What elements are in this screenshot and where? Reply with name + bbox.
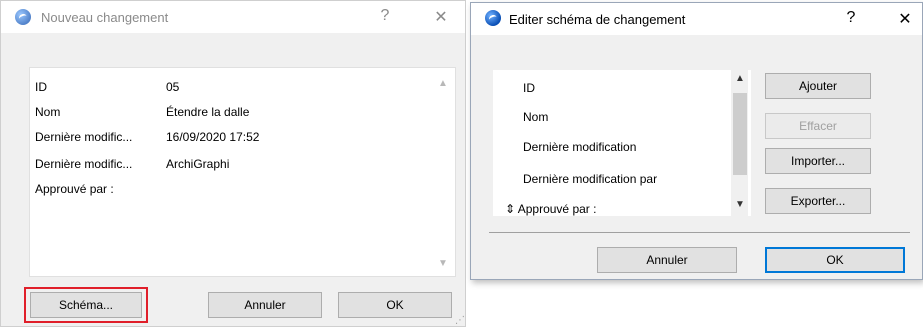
cancel-button[interactable]: Annuler: [597, 247, 737, 273]
cancel-button[interactable]: Annuler: [208, 292, 322, 318]
info-key: Nom: [35, 105, 61, 119]
info-key: ID: [35, 80, 47, 94]
scroll-down-icon[interactable]: ▼: [438, 258, 448, 269]
close-button[interactable]: ✕: [895, 9, 915, 29]
list-item[interactable]: Dernière modification par: [523, 172, 657, 186]
delete-button[interactable]: Effacer: [765, 113, 871, 139]
import-button[interactable]: Importer...: [765, 148, 871, 174]
scroll-down-icon[interactable]: ▼: [732, 199, 748, 210]
resize-grip-icon[interactable]: ⋰: [455, 315, 465, 326]
dialog-title: Nouveau changement: [41, 10, 169, 25]
scroll-up-icon[interactable]: ▲: [438, 78, 448, 89]
list-item[interactable]: ID: [523, 81, 535, 95]
edit-schema-dialog: Editer schéma de changement ? ✕ ID Nom D…: [470, 2, 923, 280]
list-item[interactable]: Dernière modification: [523, 140, 636, 154]
list-item[interactable]: ⇕ Approuvé par :: [505, 202, 596, 216]
help-button[interactable]: ?: [375, 7, 395, 25]
close-button[interactable]: ✕: [431, 7, 451, 27]
app-logo-icon: [485, 10, 501, 26]
schema-field-list[interactable]: ID Nom Dernière modification Dernière mo…: [493, 70, 751, 216]
info-value: Étendre la dalle: [166, 105, 250, 119]
title-bar: Nouveau changement ? ✕: [1, 1, 465, 33]
info-value: ArchiGraphi: [166, 157, 230, 171]
info-value: 05: [166, 80, 180, 94]
new-change-dialog: Nouveau changement ? ✕ ID 05 Nom Étendre…: [0, 0, 466, 327]
divider: [489, 232, 910, 233]
add-button[interactable]: Ajouter: [765, 73, 871, 99]
schema-button[interactable]: Schéma...: [30, 292, 142, 318]
ok-button[interactable]: OK: [765, 247, 905, 273]
title-bar: Editer schéma de changement ? ✕: [471, 3, 922, 35]
scroll-up-icon[interactable]: ▲: [732, 73, 748, 84]
ok-button[interactable]: OK: [338, 292, 452, 318]
drag-handle-icon[interactable]: ⇕: [505, 202, 515, 216]
app-logo-icon: [15, 9, 31, 25]
info-key: Approuvé par :: [35, 182, 114, 196]
help-button[interactable]: ?: [841, 9, 861, 27]
scrollbar-thumb[interactable]: [733, 93, 747, 175]
info-key: Dernière modific...: [35, 130, 133, 144]
list-item-label: Approuvé par :: [517, 202, 597, 216]
info-key: Dernière modific...: [35, 157, 133, 171]
change-info-list[interactable]: ID 05 Nom Étendre la dalle Dernière modi…: [29, 67, 456, 277]
info-value: 16/09/2020 17:52: [166, 130, 260, 144]
export-button[interactable]: Exporter...: [765, 188, 871, 214]
list-item[interactable]: Nom: [523, 110, 548, 124]
dialog-title: Editer schéma de changement: [509, 12, 686, 27]
